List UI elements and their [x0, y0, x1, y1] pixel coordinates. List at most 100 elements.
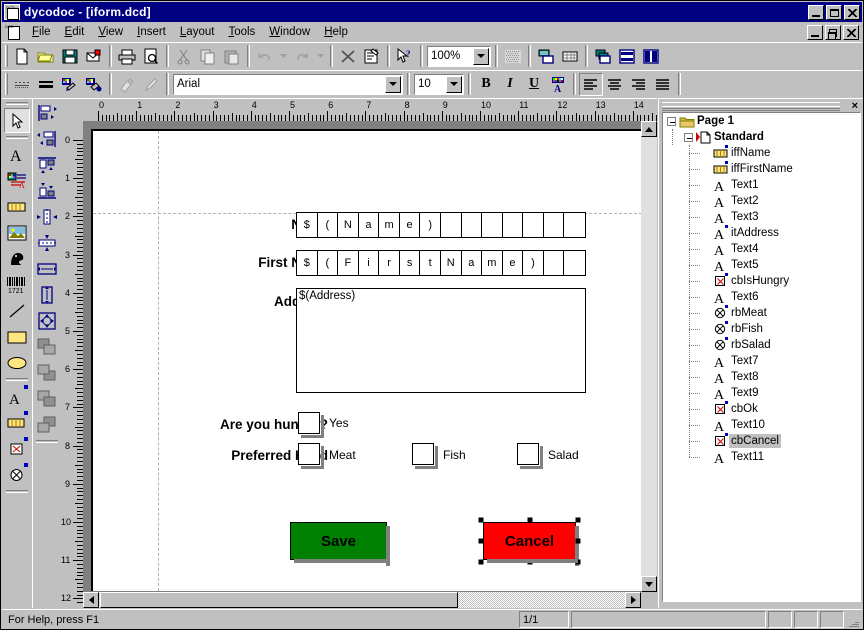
chevron-down-icon[interactable] [385, 75, 401, 93]
mdi-close-button[interactable] [843, 24, 859, 40]
comb-cell[interactable]: ( [318, 251, 339, 275]
font-name-combo[interactable]: Arial [173, 73, 403, 95]
horizontal-scrollbar[interactable] [83, 592, 641, 608]
center-vertically-tool[interactable] [34, 230, 60, 255]
form-field-tool[interactable] [4, 410, 30, 435]
first-name-comb-field[interactable]: $(Fi r s t Na m e) [296, 250, 586, 276]
horizontal-ruler[interactable]: 0 1 2 3 4 5 6 7 8 9 10 11 12 13 14 [60, 98, 657, 121]
form-text-tool[interactable]: A [4, 384, 30, 409]
comb-cell[interactable]: s [400, 251, 421, 275]
toolbar-grip[interactable] [5, 73, 8, 95]
comb-cell[interactable]: a [462, 251, 483, 275]
center-horizontally-tool[interactable] [34, 204, 60, 229]
barcode-tool[interactable]: 1721 [4, 272, 30, 297]
align-left-icon[interactable] [579, 72, 603, 96]
select-pointer-tool[interactable] [4, 108, 30, 133]
bring-to-front-tool[interactable] [34, 334, 60, 359]
vertical-scrollbar[interactable] [641, 121, 657, 592]
properties-icon[interactable] [360, 44, 384, 68]
line-tool[interactable] [4, 298, 30, 323]
comb-cell[interactable] [441, 213, 462, 237]
align-bottom-edges-tool[interactable] [34, 178, 60, 203]
underline-button[interactable]: U [522, 72, 546, 96]
menu-layout[interactable]: Layout [173, 24, 222, 40]
document-icon[interactable]: DCD [5, 24, 21, 40]
print-icon[interactable] [115, 44, 139, 68]
comb-cell[interactable]: N [441, 251, 462, 275]
comb-cell[interactable]: t [420, 251, 441, 275]
undo-dropdown-icon[interactable] [277, 44, 290, 68]
send-backward-tool[interactable] [34, 412, 60, 437]
panel-drag-grip[interactable] [662, 102, 840, 111]
comb-cell[interactable]: ) [523, 251, 544, 275]
send-to-back-tool[interactable] [34, 360, 60, 385]
line-style-dotted-icon[interactable] [10, 72, 34, 96]
redo-icon[interactable] [290, 44, 314, 68]
comb-cell[interactable]: i [359, 251, 380, 275]
comb-cell[interactable]: ) [420, 213, 441, 237]
menu-tools[interactable]: Tools [221, 24, 262, 40]
chevron-down-icon[interactable] [473, 47, 489, 65]
comb-cell[interactable]: m [482, 251, 503, 275]
comb-cell[interactable]: e [400, 213, 421, 237]
align-top-edges-tool[interactable] [34, 152, 60, 177]
page-1[interactable]: Name $(Name) First Name $(FirstName) Add… [91, 129, 642, 591]
comb-cell[interactable] [503, 213, 524, 237]
comb-cell[interactable]: a [359, 213, 380, 237]
same-width-tool[interactable] [34, 256, 60, 281]
address-textarea[interactable]: $(Address) [296, 288, 586, 393]
help-pointer-icon[interactable]: ? [393, 44, 417, 68]
comb-cell[interactable]: r [379, 251, 400, 275]
minimize-button[interactable] [808, 4, 824, 20]
mdi-restore-button[interactable] [825, 24, 841, 40]
comb-cell[interactable]: $ [297, 251, 318, 275]
comb-cell[interactable] [544, 213, 565, 237]
format-painter-icon[interactable] [115, 72, 139, 96]
vertical-ruler[interactable]: 0 1 2 3 4 5 6 7 8 9 10 11 12 [60, 121, 83, 608]
fill-color-icon[interactable] [82, 72, 106, 96]
scroll-right-button[interactable] [625, 592, 641, 608]
open-folder-icon[interactable] [34, 44, 58, 68]
checkbox-salad[interactable] [517, 443, 543, 469]
menu-help[interactable]: Help [317, 24, 355, 40]
menu-edit[interactable]: Edit [58, 24, 92, 40]
align-right-icon[interactable] [627, 72, 651, 96]
align-right-edges-tool[interactable] [34, 126, 60, 151]
checkbox-meat[interactable] [298, 443, 324, 469]
undo-icon[interactable] [253, 44, 277, 68]
menu-view[interactable]: View [91, 24, 130, 40]
field-tool[interactable] [4, 194, 30, 219]
comb-cell[interactable]: e [503, 251, 524, 275]
align-left-edges-tool[interactable] [34, 100, 60, 125]
tree-node[interactable]: Page 1 [663, 113, 860, 129]
italic-button[interactable]: I [498, 72, 522, 96]
new-document-icon[interactable] [10, 44, 34, 68]
object-tree[interactable]: Page 1 Standard iffName iffFirstName A Text1 A… [662, 112, 861, 602]
bold-button[interactable]: B [474, 72, 498, 96]
scroll-down-button[interactable] [641, 576, 657, 592]
comb-cell[interactable] [544, 251, 565, 275]
layout-columns-icon[interactable] [639, 44, 663, 68]
comb-cell[interactable] [462, 213, 483, 237]
grid-icon[interactable] [501, 44, 525, 68]
comb-cell[interactable] [523, 213, 544, 237]
same-size-tool[interactable] [34, 308, 60, 333]
menu-insert[interactable]: Insert [130, 24, 173, 40]
ellipse-tool[interactable] [4, 350, 30, 375]
bring-to-front-icon[interactable] [591, 44, 615, 68]
scroll-up-button[interactable] [641, 121, 657, 137]
text-tool[interactable]: A [4, 142, 30, 167]
table-icon[interactable] [558, 44, 582, 68]
ole-object-tool[interactable] [4, 246, 30, 271]
line-weight-icon[interactable] [34, 72, 58, 96]
checkbox-yes[interactable] [298, 412, 324, 438]
same-height-tool[interactable] [34, 282, 60, 307]
comb-cell[interactable]: $ [297, 213, 318, 237]
menu-window[interactable]: Window [262, 24, 317, 40]
horizontal-scroll-thumb[interactable] [100, 592, 458, 608]
resize-grip[interactable] [846, 613, 860, 627]
cut-scissors-icon[interactable] [172, 44, 196, 68]
comb-cell[interactable]: ( [318, 213, 339, 237]
rich-text-tool[interactable]: A [4, 168, 30, 193]
collapse-expander-icon[interactable] [684, 132, 693, 142]
